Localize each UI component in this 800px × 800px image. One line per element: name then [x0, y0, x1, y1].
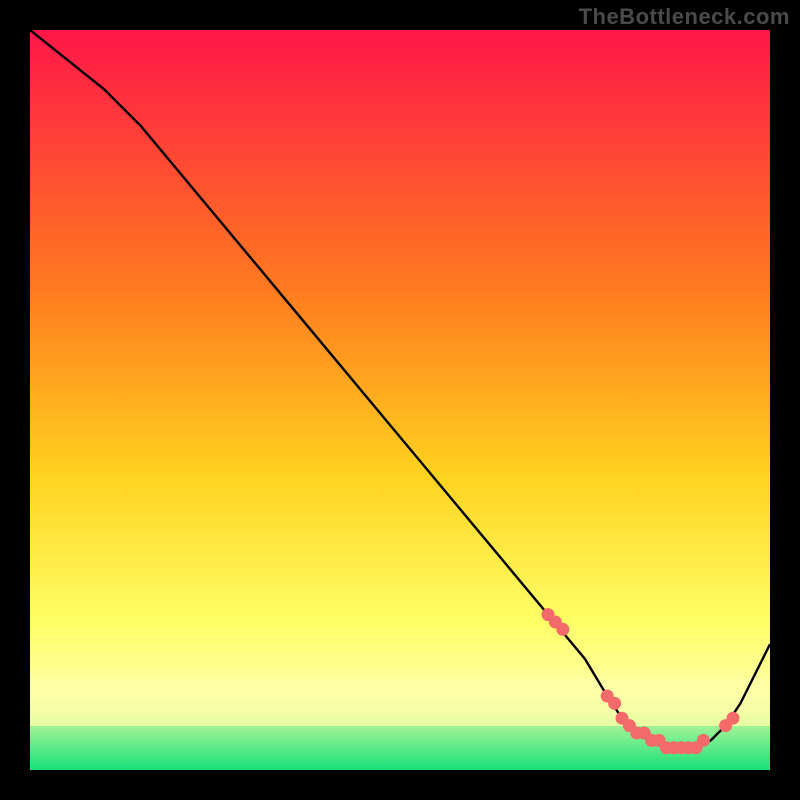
watermark-text: TheBottleneck.com: [579, 4, 790, 30]
gradient-bg: [30, 30, 770, 770]
yellow-band: [30, 678, 770, 726]
marker-dot: [697, 734, 710, 747]
marker-dot: [556, 623, 569, 636]
plot-area: [30, 30, 770, 770]
marker-dot: [727, 712, 740, 725]
marker-dot: [608, 697, 621, 710]
chart-svg: [30, 30, 770, 770]
chart-root: TheBottleneck.com: [0, 0, 800, 800]
